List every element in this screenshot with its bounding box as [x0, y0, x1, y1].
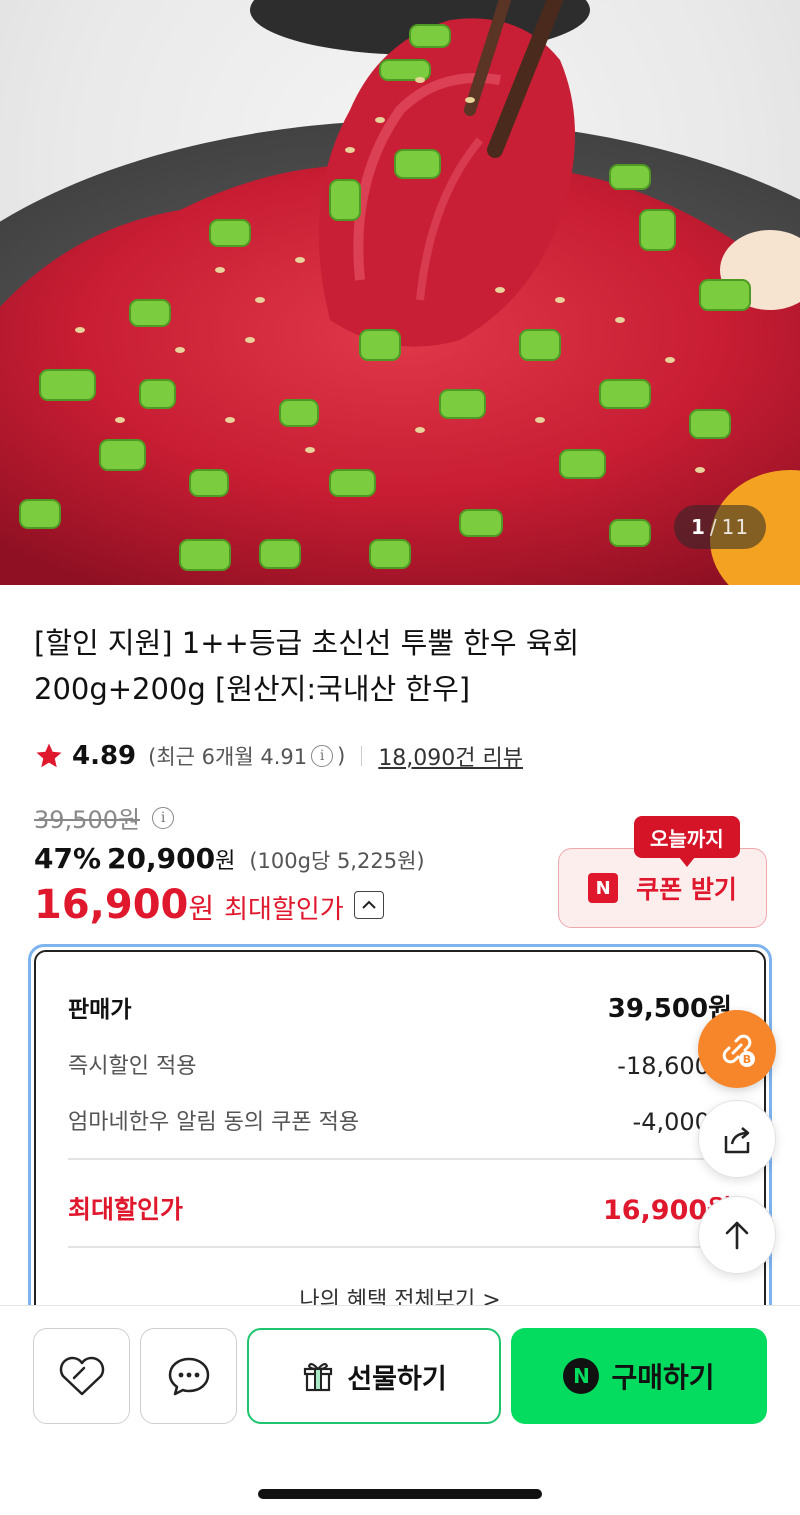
alarm-coupon-row: 엄마네한우 알림 동의 쿠폰 적용 -4,000원: [68, 1102, 732, 1137]
scroll-top-button[interactable]: [698, 1196, 776, 1274]
coupon-label: 쿠폰 받기: [636, 875, 737, 904]
image-pager: 1 / 11: [674, 505, 766, 549]
gift-button[interactable]: 선물하기: [247, 1328, 501, 1424]
max-discount-label: 최대할인가: [68, 1194, 184, 1224]
pager-total: 11: [721, 515, 750, 539]
pager-current: 1: [690, 515, 706, 539]
discount-price-row: 47% 20,900 원 (100g당 5,225원): [34, 842, 425, 875]
arrow-up-icon: [725, 1221, 749, 1250]
buy-button[interactable]: N 구매하기: [511, 1328, 767, 1424]
product-image[interactable]: 1 / 11: [0, 0, 800, 585]
star-icon: [36, 743, 62, 768]
heart-icon: [59, 1356, 104, 1396]
wishlist-button[interactable]: [33, 1328, 130, 1424]
buy-label: 구매하기: [611, 1361, 715, 1394]
naver-logo-icon: N: [588, 873, 619, 903]
price-info-icon[interactable]: i: [152, 806, 175, 829]
final-price-label: 최대할인가: [224, 895, 344, 925]
naver-pay-icon: N: [563, 1358, 600, 1394]
final-price-unit: 원: [188, 892, 215, 925]
recent-rating-text: (최근 6개월 4.91: [148, 745, 308, 769]
sale-price-label: 판매가: [68, 996, 132, 1023]
coupon-button[interactable]: N 쿠폰 받기: [558, 848, 767, 928]
sale-price-row: 판매가 39,500원: [68, 988, 732, 1025]
divider: [68, 1158, 732, 1160]
divider: [68, 1246, 732, 1248]
instant-discount-label: 즉시할인 적용: [68, 1053, 197, 1079]
svg-text:B: B: [743, 1053, 751, 1066]
discount-price: 20,900: [107, 842, 216, 875]
product-photo: [0, 0, 800, 585]
share-icon: [724, 1127, 750, 1154]
product-title-line1: [할인 지원] 1++등급 초신선 투뿔 한우 육회: [34, 626, 580, 660]
recent-rating: (최근 6개월 4.91 i ): [148, 741, 345, 771]
discount-percent: 47%: [34, 842, 102, 875]
home-indicator: [258, 1489, 542, 1499]
instant-discount-row: 즉시할인 적용 -18,600원: [68, 1046, 732, 1081]
max-discount-row: 최대할인가 16,900원: [68, 1188, 732, 1227]
rating-row: 4.89 (최근 6개월 4.91 i ) 18,090건 리뷰: [34, 736, 523, 776]
gift-icon: [304, 1363, 333, 1392]
final-price: 16,900: [34, 882, 189, 928]
price-breakdown: 판매가 39,500원 즉시할인 적용 -18,600원 엄마네한우 알림 동의…: [34, 950, 766, 1318]
pager-separator: /: [709, 515, 718, 539]
reviews-link[interactable]: 18,090건 리뷰: [378, 740, 523, 772]
recent-rating-close: ): [337, 744, 346, 768]
chat-button[interactable]: [140, 1328, 237, 1424]
chevron-up-icon[interactable]: [353, 891, 384, 919]
share-button[interactable]: [698, 1100, 776, 1178]
original-price: 39,500원: [34, 806, 141, 834]
info-icon[interactable]: i: [311, 745, 334, 767]
link-icon: B: [722, 1034, 755, 1067]
divider: [361, 746, 363, 766]
price-breakdown-focus: 판매가 39,500원 즉시할인 적용 -18,600원 엄마네한우 알림 동의…: [28, 944, 772, 1324]
unit-price: (100g당 5,225원): [249, 849, 425, 873]
rating-score: 4.89: [72, 741, 137, 771]
chat-icon: [168, 1357, 209, 1396]
original-price-row: 39,500원 i: [34, 800, 178, 835]
bottom-action-bar: 선물하기 N 구매하기: [0, 1305, 800, 1515]
gift-label: 선물하기: [347, 1363, 447, 1395]
product-title: [할인 지원] 1++등급 초신선 투뿔 한우 육회 200g+200g [원산…: [34, 620, 754, 712]
today-only-badge: 오늘까지: [634, 816, 740, 867]
max-discount-price-row: 16,900 원 최대할인가: [34, 882, 384, 928]
alarm-coupon-label: 엄마네한우 알림 동의 쿠폰 적용: [68, 1109, 360, 1135]
link-button[interactable]: B: [698, 1010, 776, 1088]
product-title-line2: 200g+200g [원산지:국내산 한우]: [34, 672, 471, 706]
discount-price-unit: 원: [215, 849, 236, 874]
